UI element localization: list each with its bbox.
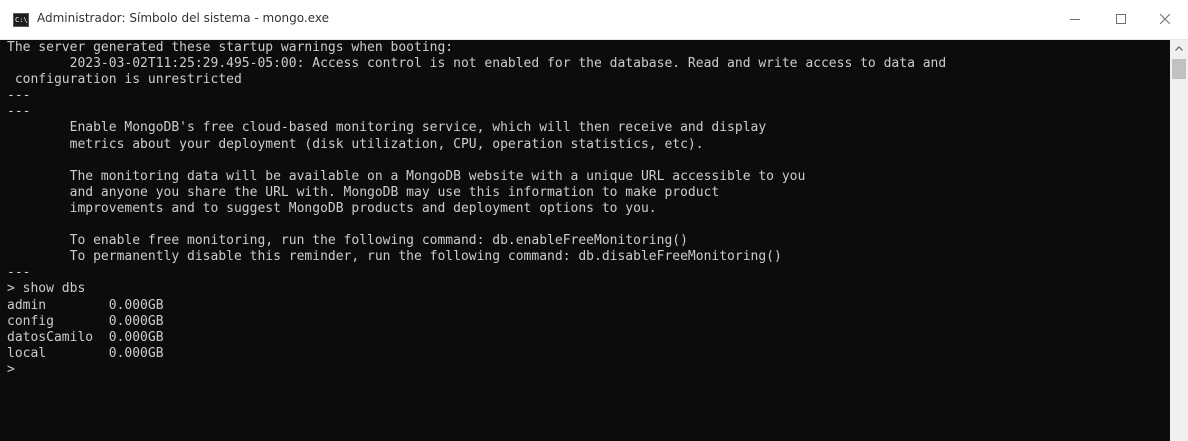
console-line: The monitoring data will be available on… xyxy=(7,168,806,184)
console-line: and anyone you share the URL with. Mongo… xyxy=(7,184,720,200)
console-line: datosCamilo 0.000GB xyxy=(7,329,164,345)
console-line: local 0.000GB xyxy=(7,345,164,361)
close-icon xyxy=(1160,14,1170,24)
maximize-icon xyxy=(1116,14,1126,24)
close-button[interactable] xyxy=(1142,0,1188,39)
console-output[interactable]: The server generated these startup warni… xyxy=(0,40,1170,441)
command-prompt-window: C:\ Administrador: Símbolo del sistema -… xyxy=(0,0,1188,441)
console-line: > xyxy=(7,361,15,377)
console-line: The server generated these startup warni… xyxy=(7,40,454,55)
console-line: --- xyxy=(7,104,31,120)
console-line: To permanently disable this reminder, ru… xyxy=(7,249,782,265)
console-line: To enable free monitoring, run the follo… xyxy=(7,233,688,249)
chevron-up-icon xyxy=(1175,46,1183,51)
window-title: Administrador: Símbolo del sistema - mon… xyxy=(37,11,330,25)
console-line: admin 0.000GB xyxy=(7,297,164,313)
scroll-up-button[interactable] xyxy=(1170,40,1188,57)
scroll-thumb[interactable] xyxy=(1172,59,1186,79)
maximize-button[interactable] xyxy=(1098,0,1144,39)
minimize-button[interactable] xyxy=(1052,0,1098,39)
minimize-icon xyxy=(1070,19,1080,20)
console-line: improvements and to suggest MongoDB prod… xyxy=(7,200,657,216)
vertical-scrollbar[interactable] xyxy=(1170,40,1188,441)
console-line: --- xyxy=(7,88,31,104)
title-bar[interactable]: C:\ Administrador: Símbolo del sistema -… xyxy=(0,0,1188,40)
console-line: > show dbs xyxy=(7,281,86,297)
console-lines: The server generated these startup warni… xyxy=(0,40,1170,378)
console-line: Enable MongoDB's free cloud-based monito… xyxy=(7,120,767,136)
console-line: 2023-03-02T11:25:29.495-05:00: Access co… xyxy=(7,56,947,72)
console-line: metrics about your deployment (disk util… xyxy=(7,136,704,152)
console-line: --- xyxy=(7,265,31,281)
console-line: config 0.000GB xyxy=(7,313,164,329)
command-prompt-icon[interactable]: C:\ xyxy=(13,13,29,27)
console-line: configuration is unrestricted xyxy=(7,72,242,88)
